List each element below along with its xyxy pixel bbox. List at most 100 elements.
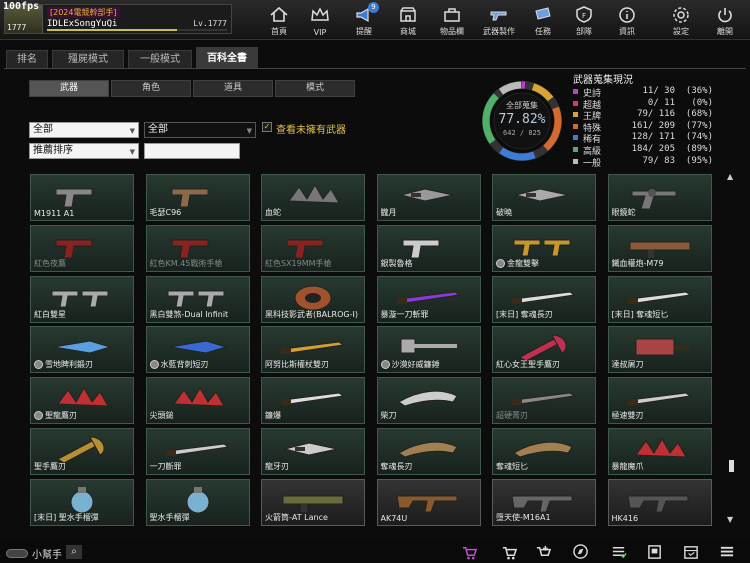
- weapon-card[interactable]: 紅色SX19MM手槍: [261, 224, 365, 272]
- weapon-card[interactable]: 破曉: [492, 174, 596, 221]
- tab-3[interactable]: 百科全書: [196, 47, 258, 69]
- weapon-card[interactable]: M1911 A1: [30, 174, 134, 221]
- cart-icon[interactable]: [500, 544, 518, 560]
- stat-row: 王牌 79/ 116 (68%): [573, 109, 713, 122]
- nav-shop[interactable]: 商城: [387, 2, 429, 38]
- weapon-name: 破曉: [496, 208, 512, 217]
- nav-power[interactable]: 離開: [704, 2, 746, 38]
- shield-icon: F: [576, 6, 592, 23]
- weapon-card[interactable]: [末日] 奪魂短匕: [607, 275, 712, 323]
- nav-label: VIP: [313, 28, 327, 37]
- owned-only-checkbox[interactable]: ✓: [262, 122, 272, 132]
- rarity-swatch: [573, 89, 578, 94]
- weapon-card[interactable]: 水藍背刺短刃: [145, 326, 250, 374]
- helper-toggle[interactable]: [6, 549, 28, 558]
- helper-label[interactable]: 小幫手: [32, 546, 62, 561]
- weapon-card[interactable]: AK74U: [376, 478, 481, 526]
- scroll-up-icon[interactable]: ▲: [727, 172, 733, 181]
- weapon-card[interactable]: 黑科技影武者(BALROG-I): [261, 275, 365, 323]
- subtab-3[interactable]: 模式: [275, 80, 355, 97]
- tab-0[interactable]: 排名: [6, 50, 48, 69]
- weapon-card[interactable]: 銀製魯格: [376, 224, 481, 272]
- scroll-down-icon[interactable]: ▼: [727, 515, 733, 524]
- weapon-card[interactable]: 達叔屠刀: [607, 326, 712, 374]
- weapon-card[interactable]: 血蛇: [261, 174, 365, 221]
- weapon-card[interactable]: 尖頭鎚: [145, 377, 250, 425]
- weapon-card[interactable]: [末日] 聖水手榴彈: [30, 478, 134, 526]
- weapon-name: M1911 A1: [34, 209, 75, 218]
- subtab-1[interactable]: 角色: [111, 80, 191, 97]
- weapon-card[interactable]: 龍牙刃: [261, 428, 365, 475]
- weapon-card[interactable]: 金龍雙擊: [492, 224, 596, 272]
- subtab-2[interactable]: 道具: [193, 80, 273, 97]
- checklist-icon[interactable]: [610, 544, 628, 560]
- weapon-search-input[interactable]: [144, 143, 240, 159]
- tab-2[interactable]: 一般模式: [128, 50, 192, 69]
- nav-megaphone[interactable]: 提醒 9: [343, 2, 385, 38]
- wishlist-icon[interactable]: [460, 544, 478, 560]
- menu-icon[interactable]: [718, 544, 736, 560]
- weapon-name: 紅色SX19MM手槍: [265, 258, 332, 268]
- weapon-card[interactable]: 紅色夜鷹: [30, 224, 134, 272]
- compass-icon[interactable]: [572, 544, 590, 560]
- tab-1[interactable]: 殭屍模式: [52, 50, 124, 69]
- weapon-card[interactable]: 紅色KM.45戰術手槍: [145, 224, 250, 272]
- weapon-card[interactable]: 雪地睥利鍛刃: [30, 326, 134, 374]
- owned-only-label[interactable]: 查看未擁有武器: [276, 121, 346, 136]
- bottom-bar: [0, 540, 750, 563]
- weapon-image-rifle: [395, 495, 457, 513]
- rarity-percent: (74%): [685, 132, 713, 143]
- nav-bag[interactable]: 物品欄: [431, 2, 473, 38]
- weapon-card[interactable]: HK416: [607, 478, 712, 526]
- weapon-card[interactable]: 極速雙刃: [607, 377, 712, 425]
- scrollbar-thumb[interactable]: [729, 460, 734, 472]
- weapon-card[interactable]: 紅白雙星: [30, 275, 134, 323]
- nav-gun-craft[interactable]: 武器製作: [478, 2, 520, 38]
- nav-gear[interactable]: 設定: [660, 2, 702, 38]
- weapon-card[interactable]: 沙漠好威鐮錘: [376, 326, 481, 374]
- weapon-card[interactable]: 奪魂短匕: [492, 428, 596, 475]
- category-select-2[interactable]: 全部 ▼: [144, 122, 256, 138]
- weapon-name: 鐵血權炮-M79: [611, 258, 664, 268]
- weapon-card[interactable]: 阿努比斯權杖雙刃: [261, 326, 365, 374]
- sort-select[interactable]: 推薦排序 ▼: [29, 143, 139, 159]
- weapon-card[interactable]: 朧月: [376, 174, 481, 221]
- weapon-card[interactable]: 火箭筒-AT Lance: [261, 478, 365, 526]
- weapon-card[interactable]: [末日] 奪魂長刃: [492, 275, 596, 323]
- weapon-card[interactable]: 眼鏡蛇: [607, 174, 712, 221]
- weapon-card[interactable]: 柴刀: [376, 377, 481, 425]
- weapon-card[interactable]: 聖龍鷹刃: [30, 377, 134, 425]
- helper-search-icon[interactable]: ⌕: [66, 545, 82, 559]
- calendar-icon[interactable]: [682, 544, 700, 560]
- weapon-name: 毛瑟C96: [149, 208, 182, 217]
- weapon-card[interactable]: 鐮爆: [261, 377, 365, 425]
- weapon-card[interactable]: 超硬菁刃: [492, 377, 596, 425]
- nav-info[interactable]: 資訊: [606, 2, 648, 38]
- weapon-card[interactable]: 暴龍魔爪: [607, 428, 712, 475]
- nav-crown[interactable]: VIP: [299, 2, 341, 38]
- weapon-card[interactable]: 毛瑟C96: [145, 174, 250, 221]
- nav-ticket[interactable]: 任務: [522, 2, 564, 38]
- weapon-card[interactable]: 聖手鷹刃: [30, 428, 134, 475]
- weapon-name: [末日] 聖水手榴彈: [34, 512, 99, 522]
- weapon-card[interactable]: 鐵血權炮-M79: [607, 224, 712, 272]
- weapon-card[interactable]: 墮天使-M16A1: [492, 478, 596, 526]
- weapon-name: 紅白雙星: [34, 309, 66, 319]
- scrollbar[interactable]: [727, 174, 737, 526]
- nav-home[interactable]: 首頁: [258, 2, 300, 38]
- weapon-card[interactable]: 奪魂長刃: [376, 428, 481, 475]
- weapon-card[interactable]: 紅心女王聖手鷹刃: [492, 326, 596, 374]
- subtab-0[interactable]: 武器: [29, 80, 109, 97]
- bookmark-icon[interactable]: [646, 544, 664, 560]
- weapon-card[interactable]: 黑白雙煞-Dual Infinit: [145, 275, 250, 323]
- weapon-card[interactable]: 聖水手榴彈: [145, 478, 250, 526]
- weapon-name: HK416: [611, 513, 639, 523]
- weapon-card[interactable]: 暴漩一刀斬罪: [376, 275, 481, 323]
- cart-plus-icon[interactable]: [534, 544, 552, 560]
- rarity-percent: (95%): [685, 155, 713, 166]
- nav-label: 物品欄: [440, 27, 464, 36]
- nav-shield[interactable]: F 部隊: [563, 2, 605, 38]
- weapon-card[interactable]: 一刀斷罪: [145, 428, 250, 475]
- category-select-1[interactable]: 全部 ▼: [29, 122, 139, 138]
- category-select-2-value: 全部: [148, 124, 168, 135]
